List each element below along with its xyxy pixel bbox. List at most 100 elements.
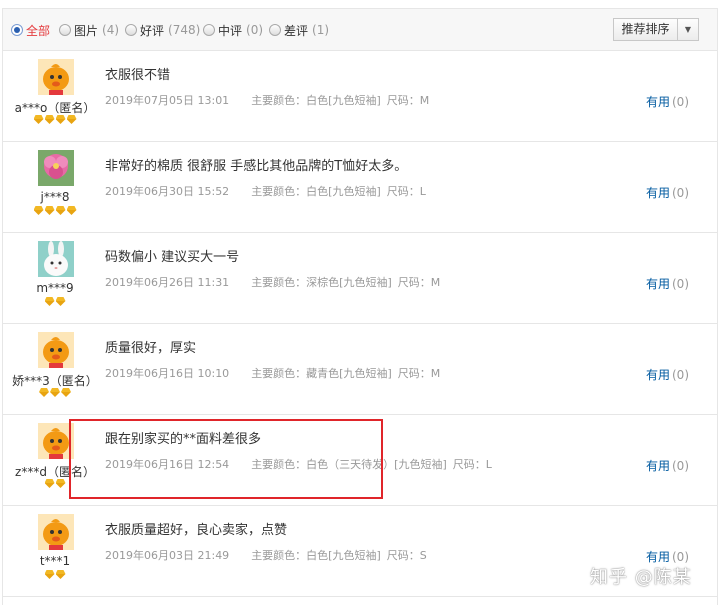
filter-positive[interactable]: 好评 (748) xyxy=(125,22,200,38)
review-date: 2019年06月03日 21:49 xyxy=(105,549,230,562)
review-date: 2019年07月05日 13:01 xyxy=(105,94,230,107)
radio-icon[interactable] xyxy=(269,24,281,36)
review-date: 2019年06月16日 10:10 xyxy=(105,367,230,380)
review-text: 衣服很不错 xyxy=(105,68,171,83)
review-item: j***8 非常好的棉质 很舒服 手感比其他品牌的T恤好太多。 2019年06月… xyxy=(3,142,717,233)
useful-button[interactable]: 有用 (0) xyxy=(646,457,689,474)
useful-count: (0) xyxy=(672,550,689,564)
radio-icon[interactable] xyxy=(59,24,71,36)
diamond-icon xyxy=(56,479,66,488)
product-color: 主要颜色：白色[九色短袖] xyxy=(251,94,381,107)
white-rabbit-icon xyxy=(38,241,74,277)
username: z***d（匿名） xyxy=(15,465,95,479)
orange-mascot-icon xyxy=(38,59,74,95)
review-item: a***o（匿名） 衣服很不错 2019年07月05日 13:01 主要颜色：白色… xyxy=(3,51,717,142)
review-item: 娇***3（匿名） 质量很好，厚实 2019年06月16日 10:10 主要颜色：… xyxy=(3,324,717,415)
diamond-icon xyxy=(56,115,66,124)
review-text: 衣服质量超好，良心卖家，点赞 xyxy=(105,523,288,538)
orange-mascot-icon xyxy=(38,332,74,368)
filter-images[interactable]: 图片 (4) xyxy=(59,22,119,38)
review-meta: 2019年06月26日 11:31 主要颜色：深棕色[九色短袖] 尺码：M xyxy=(105,274,440,290)
diamond-icon xyxy=(67,206,77,215)
product-size: 尺码：L xyxy=(452,458,492,471)
radio-icon[interactable] xyxy=(125,24,137,36)
diamond-icon xyxy=(45,297,55,306)
diamond-icon xyxy=(45,570,55,579)
useful-count: (0) xyxy=(672,368,689,382)
diamond-icon xyxy=(67,115,77,124)
pink-flower-icon xyxy=(38,150,74,186)
product-size: 尺码：M xyxy=(397,367,441,380)
review-meta: 2019年06月03日 21:49 主要颜色：白色[九色短袖] 尺码：S xyxy=(105,547,427,563)
diamond-icon xyxy=(45,479,55,488)
filter-all[interactable]: 全部 xyxy=(11,22,50,38)
diamond-icon xyxy=(34,206,44,215)
member-level-badges xyxy=(3,297,107,307)
avatar[interactable] xyxy=(38,150,74,186)
product-size: 尺码：L xyxy=(386,185,426,198)
useful-link[interactable]: 有用 xyxy=(646,186,670,200)
avatar[interactable] xyxy=(38,332,74,368)
avatar[interactable] xyxy=(38,59,74,95)
member-level-badges xyxy=(3,206,107,216)
product-size: 尺码：S xyxy=(386,549,427,562)
sort-dropdown[interactable]: 推荐排序 ▼ xyxy=(613,18,699,41)
useful-button[interactable]: 有用 (0) xyxy=(646,184,689,201)
radio-icon[interactable] xyxy=(11,24,23,36)
product-color: 主要颜色：白色[九色短袖] xyxy=(251,549,381,562)
useful-link[interactable]: 有用 xyxy=(646,277,670,291)
review-item: m***9 码数偏小 建议买大一号 2019年06月26日 11:31 主要颜色：… xyxy=(3,233,717,324)
product-color: 主要颜色：白色（三天待发）[九色短袖] xyxy=(251,458,447,471)
product-size: 尺码：M xyxy=(386,94,430,107)
radio-icon[interactable] xyxy=(203,24,215,36)
sort-label: 推荐排序 xyxy=(614,19,678,40)
chevron-down-icon[interactable]: ▼ xyxy=(678,25,698,34)
username: t***1 xyxy=(39,554,71,568)
review-date: 2019年06月16日 12:54 xyxy=(105,458,230,471)
diamond-icon xyxy=(56,206,66,215)
useful-link[interactable]: 有用 xyxy=(646,368,670,382)
review-meta: 2019年07月05日 13:01 主要颜色：白色[九色短袖] 尺码：M xyxy=(105,92,429,108)
filter-bar: 全部 图片 (4) 好评 (748) 中评 (0) 差评 (1) 推荐排序 ▼ xyxy=(3,9,717,51)
useful-button[interactable]: 有用 (0) xyxy=(646,93,689,110)
avatar[interactable] xyxy=(38,241,74,277)
diamond-icon xyxy=(56,297,66,306)
member-level-badges xyxy=(3,479,107,489)
useful-button[interactable]: 有用 (0) xyxy=(646,366,689,383)
orange-mascot-icon xyxy=(38,423,74,459)
diamond-icon xyxy=(45,115,55,124)
diamond-icon xyxy=(39,388,49,397)
useful-link[interactable]: 有用 xyxy=(646,95,670,109)
review-text: 码数偏小 建议买大一号 xyxy=(105,250,240,265)
diamond-icon xyxy=(56,570,66,579)
useful-count: (0) xyxy=(672,459,689,473)
review-item: z***d（匿名） 跟在别家买的**面料差很多 2019年06月16日 12:5… xyxy=(3,415,717,506)
diamond-icon xyxy=(45,206,55,215)
product-size: 尺码：M xyxy=(397,276,441,289)
avatar[interactable] xyxy=(38,423,74,459)
diamond-icon xyxy=(50,388,60,397)
orange-mascot-icon xyxy=(38,514,74,550)
useful-count: (0) xyxy=(672,95,689,109)
review-panel: 全部 图片 (4) 好评 (748) 中评 (0) 差评 (1) 推荐排序 ▼ xyxy=(2,8,718,605)
filter-negative[interactable]: 差评 (1) xyxy=(269,22,329,38)
useful-button[interactable]: 有用 (0) xyxy=(646,275,689,292)
diamond-icon xyxy=(61,388,71,397)
username: m***9 xyxy=(36,281,74,295)
username: j***8 xyxy=(40,190,70,204)
filter-neutral[interactable]: 中评 (0) xyxy=(203,22,263,38)
watermark: 知乎 @陈某 xyxy=(590,567,692,588)
member-level-badges xyxy=(3,115,107,125)
product-color: 主要颜色：深棕色[九色短袖] xyxy=(251,276,392,289)
review-meta: 2019年06月16日 12:54 主要颜色：白色（三天待发）[九色短袖] 尺码：L xyxy=(105,456,492,472)
useful-count: (0) xyxy=(672,186,689,200)
review-text: 非常好的棉质 很舒服 手感比其他品牌的T恤好太多。 xyxy=(105,159,408,174)
avatar[interactable] xyxy=(38,514,74,550)
useful-link[interactable]: 有用 xyxy=(646,550,670,564)
member-level-badges xyxy=(3,570,107,580)
useful-link[interactable]: 有用 xyxy=(646,459,670,473)
review-text: 质量很好，厚实 xyxy=(105,341,197,356)
review-date: 2019年06月30日 15:52 xyxy=(105,185,230,198)
diamond-icon xyxy=(34,115,44,124)
review-date: 2019年06月26日 11:31 xyxy=(105,276,230,289)
